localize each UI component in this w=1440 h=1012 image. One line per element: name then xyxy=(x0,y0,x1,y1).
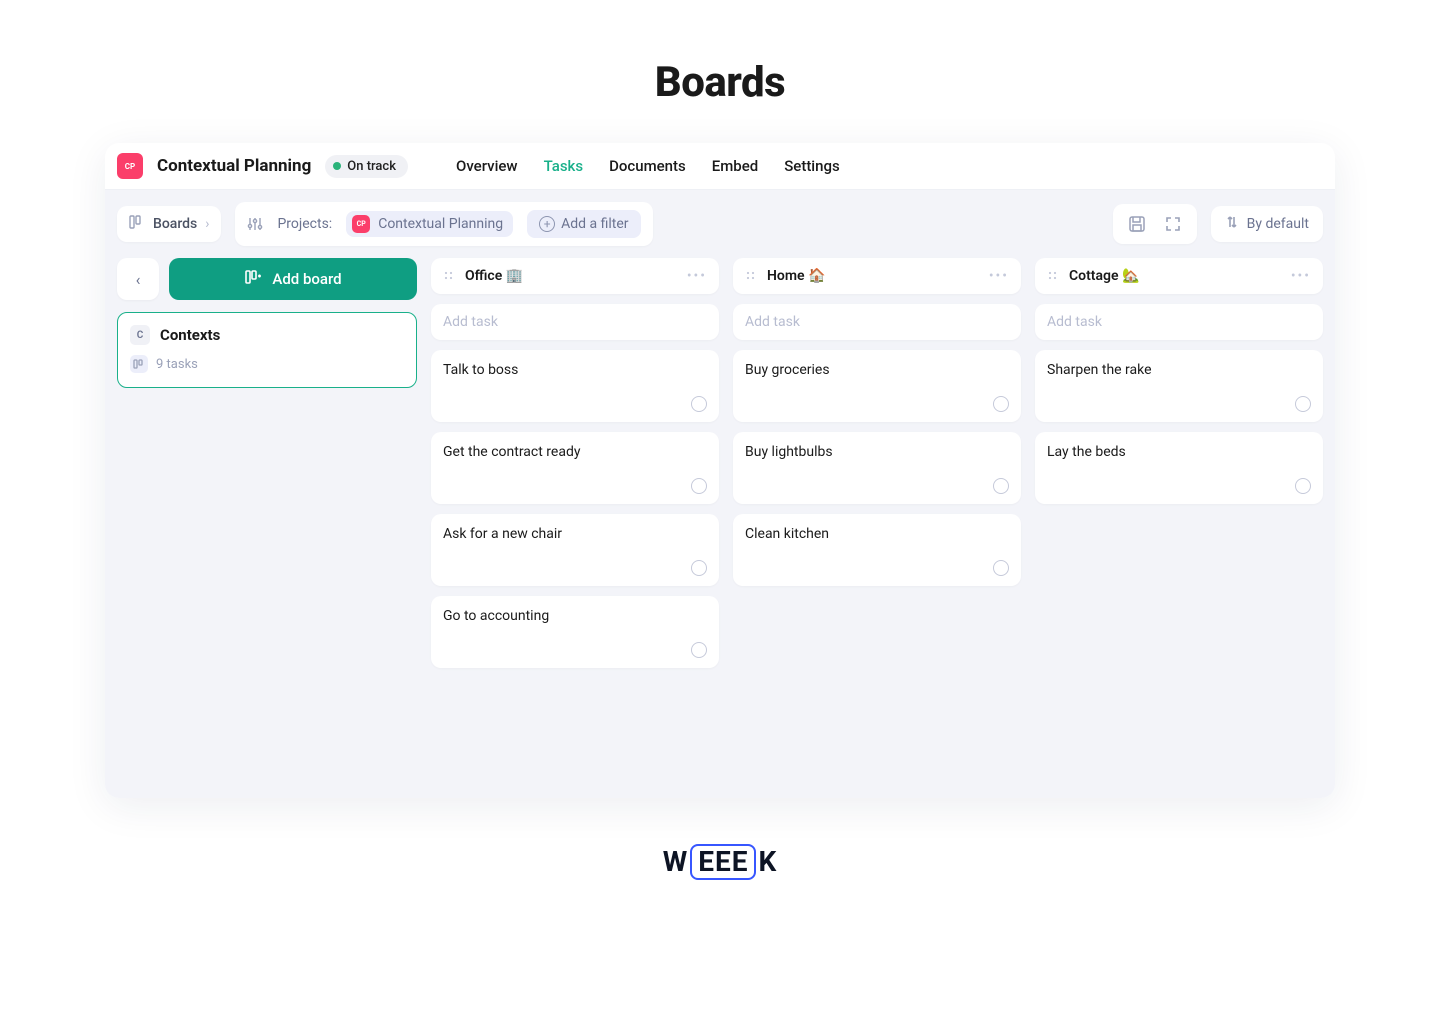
board-card[interactable]: C Contexts 9 tasks xyxy=(117,312,417,388)
toolbar: Boards › Projects: CP Contextual Plannin… xyxy=(105,190,1335,258)
main-nav: Overview Tasks Documents Embed Settings xyxy=(456,157,840,175)
task-card[interactable]: Clean kitchen xyxy=(733,514,1021,586)
add-task-input[interactable]: Add task xyxy=(1035,304,1323,340)
task-card[interactable]: Ask for a new chair xyxy=(431,514,719,586)
task-card[interactable]: Sharpen the rake xyxy=(1035,350,1323,422)
task-card[interactable]: Go to accounting xyxy=(431,596,719,668)
projects-filter-label: Projects: xyxy=(277,216,332,232)
expand-icon[interactable] xyxy=(1161,212,1185,236)
project-chip[interactable]: CP xyxy=(117,153,143,179)
task-complete-toggle[interactable] xyxy=(1295,396,1311,412)
add-filter-button[interactable]: + Add a filter xyxy=(527,210,640,238)
tasks-count-icon xyxy=(130,355,148,373)
logo-w: W xyxy=(663,845,689,878)
nav-documents[interactable]: Documents xyxy=(609,157,686,175)
task-complete-toggle[interactable] xyxy=(691,478,707,494)
add-board-button[interactable]: Add board xyxy=(169,258,417,300)
task-title: Talk to boss xyxy=(443,362,707,378)
page-heading: Boards xyxy=(0,58,1440,107)
task-card[interactable]: Buy lightbulbs xyxy=(733,432,1021,504)
sort-arrows-icon xyxy=(1225,214,1239,234)
task-card[interactable]: Lay the beds xyxy=(1035,432,1323,504)
board-plus-icon xyxy=(244,268,262,290)
column: Office 🏢 ••• Add task Talk to boss Get the c… xyxy=(431,258,719,768)
project-status-pill[interactable]: On track xyxy=(325,155,408,178)
body: ‹ Add board C Contexts xyxy=(105,258,1335,798)
project-filter-name: Contextual Planning xyxy=(378,216,503,232)
task-title: Ask for a new chair xyxy=(443,526,707,542)
column: Home 🏠 ••• Add task Buy groceries Buy lightb… xyxy=(733,258,1021,768)
column-header[interactable]: Cottage 🏡 ••• xyxy=(1035,258,1323,294)
column: Cottage 🏡 ••• Add task Sharpen the rake Lay … xyxy=(1035,258,1323,768)
column-header[interactable]: Home 🏠 ••• xyxy=(733,258,1021,294)
board-avatar: C xyxy=(130,325,150,345)
task-title: Buy lightbulbs xyxy=(745,444,1009,460)
view-label: Boards xyxy=(153,216,197,232)
board-tasks-count: 9 tasks xyxy=(156,357,198,372)
project-filter-tag[interactable]: CP Contextual Planning xyxy=(346,211,513,237)
task-title: Get the contract ready xyxy=(443,444,707,460)
sort-label: By default xyxy=(1247,216,1309,232)
nav-overview[interactable]: Overview xyxy=(456,157,518,175)
task-complete-toggle[interactable] xyxy=(993,396,1009,412)
project-status-label: On track xyxy=(347,159,396,174)
logo-k: K xyxy=(758,845,777,878)
task-complete-toggle[interactable] xyxy=(993,560,1009,576)
side-panel: ‹ Add board C Contexts xyxy=(117,258,417,768)
weeek-logo: WEEEK xyxy=(0,844,1440,880)
column-title: Cottage 🏡 xyxy=(1069,268,1281,284)
column-menu-icon[interactable]: ••• xyxy=(1291,268,1311,284)
task-title: Clean kitchen xyxy=(745,526,1009,542)
add-task-input[interactable]: Add task xyxy=(733,304,1021,340)
task-title: Buy groceries xyxy=(745,362,1009,378)
chevron-right-icon: › xyxy=(205,216,209,232)
columns-area: Office 🏢 ••• Add task Talk to boss Get the c… xyxy=(431,258,1323,768)
sliders-icon[interactable] xyxy=(247,216,263,232)
task-complete-toggle[interactable] xyxy=(1295,478,1311,494)
drag-handle-icon[interactable] xyxy=(745,270,757,282)
app-frame: CP Contextual Planning On track Overview… xyxy=(105,143,1335,798)
drag-handle-icon[interactable] xyxy=(443,270,455,282)
boards-icon xyxy=(129,214,145,234)
nav-embed[interactable]: Embed xyxy=(712,157,758,175)
add-board-label: Add board xyxy=(272,270,341,288)
nav-settings[interactable]: Settings xyxy=(784,157,840,175)
task-complete-toggle[interactable] xyxy=(691,560,707,576)
logo-eee: EEE xyxy=(690,844,756,880)
column-title: Home 🏠 xyxy=(767,268,979,284)
sort-control[interactable]: By default xyxy=(1211,206,1323,242)
task-title: Lay the beds xyxy=(1047,444,1311,460)
column-menu-icon[interactable]: ••• xyxy=(687,268,707,284)
save-icon[interactable] xyxy=(1125,212,1149,236)
status-dot-icon xyxy=(333,162,341,170)
view-actions xyxy=(1113,204,1197,244)
project-name: Contextual Planning xyxy=(157,156,311,176)
chevron-left-icon: ‹ xyxy=(136,270,141,289)
add-task-input[interactable]: Add task xyxy=(431,304,719,340)
task-complete-toggle[interactable] xyxy=(691,642,707,658)
task-card[interactable]: Get the contract ready xyxy=(431,432,719,504)
board-title: Contexts xyxy=(160,326,220,344)
plus-circle-icon: + xyxy=(539,216,555,232)
project-filter-chip: CP xyxy=(352,215,370,233)
header-bar: CP Contextual Planning On track Overview… xyxy=(105,143,1335,190)
task-title: Sharpen the rake xyxy=(1047,362,1311,378)
nav-tasks[interactable]: Tasks xyxy=(544,157,584,175)
filters-bar: Projects: CP Contextual Planning + Add a… xyxy=(235,202,652,246)
view-switcher[interactable]: Boards › xyxy=(117,206,221,242)
drag-handle-icon[interactable] xyxy=(1047,270,1059,282)
task-card[interactable]: Buy groceries xyxy=(733,350,1021,422)
task-complete-toggle[interactable] xyxy=(691,396,707,412)
column-title: Office 🏢 xyxy=(465,268,677,284)
task-card[interactable]: Talk to boss xyxy=(431,350,719,422)
task-complete-toggle[interactable] xyxy=(993,478,1009,494)
column-header[interactable]: Office 🏢 ••• xyxy=(431,258,719,294)
back-button[interactable]: ‹ xyxy=(117,258,159,300)
column-menu-icon[interactable]: ••• xyxy=(989,268,1009,284)
add-filter-label: Add a filter xyxy=(561,216,628,232)
task-title: Go to accounting xyxy=(443,608,707,624)
